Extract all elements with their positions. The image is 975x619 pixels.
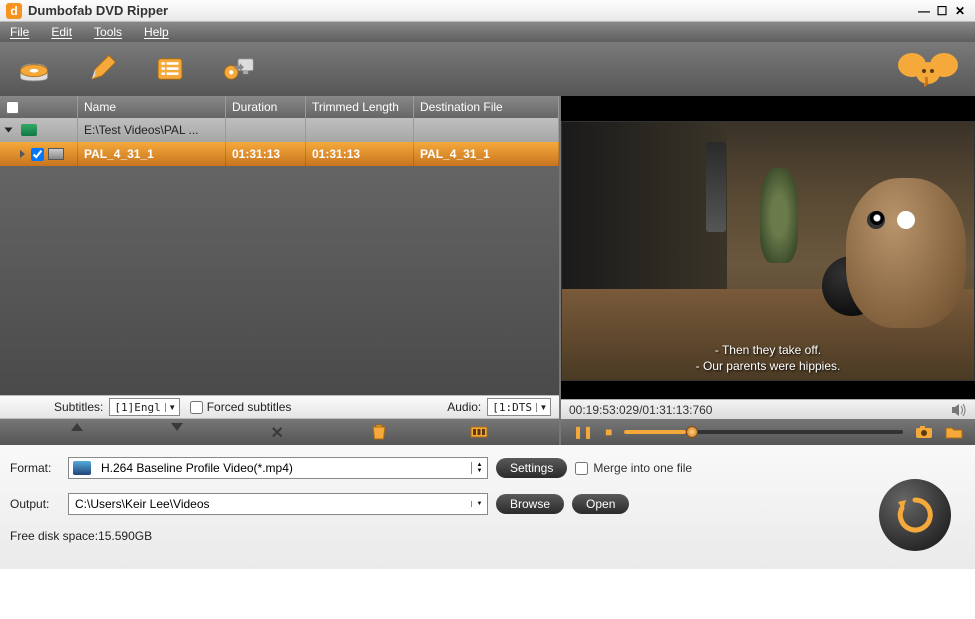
table-header: Name Duration Trimmed Length Destination…	[0, 96, 559, 118]
maximize-button[interactable]: ☐	[933, 4, 951, 18]
menu-edit[interactable]: Edit	[51, 25, 72, 39]
tree-parent-row[interactable]: E:\Test Videos\PAL ...	[0, 118, 559, 142]
expand-arrow-icon[interactable]	[20, 150, 25, 158]
pencil-icon	[85, 52, 119, 86]
parent-name: E:\Test Videos\PAL ...	[78, 118, 226, 142]
item-checkbox[interactable]	[31, 148, 44, 161]
film-icon	[48, 148, 64, 160]
seek-bar[interactable]	[624, 430, 903, 434]
free-disk-space: Free disk space:15.590GB	[10, 529, 965, 543]
tree-child-row[interactable]: PAL_4_31_1 01:31:13 01:31:13 PAL_4_31_1	[0, 142, 559, 166]
col-name[interactable]: Name	[78, 96, 226, 118]
list-action-bar: ✕	[0, 419, 559, 445]
pause-button[interactable]: ❚❚	[573, 425, 593, 439]
col-duration[interactable]: Duration	[226, 96, 306, 118]
open-disc-button[interactable]	[15, 50, 53, 88]
output-value: C:\Users\Keir Lee\Videos	[69, 497, 471, 511]
chevron-down-icon: ▼	[536, 403, 550, 412]
child-dest: PAL_4_31_1	[414, 142, 559, 166]
menu-bar: File Edit Tools Help	[0, 22, 975, 42]
list-icon	[153, 52, 187, 86]
subtitles-label: Subtitles:	[54, 400, 103, 414]
chevron-down-icon: ▼	[165, 403, 179, 412]
convert-button[interactable]	[219, 50, 257, 88]
mp4-icon	[73, 461, 91, 475]
audio-label: Audio:	[447, 400, 481, 414]
browse-button[interactable]: Browse	[496, 494, 564, 514]
move-down-button[interactable]	[171, 423, 189, 441]
playback-time: 00:19:53:029/01:31:13:760	[569, 403, 712, 417]
app-title: Dumbofab DVD Ripper	[28, 3, 915, 18]
remove-button[interactable]: ✕	[270, 423, 288, 441]
stop-button[interactable]: ■	[605, 425, 612, 439]
open-output-button[interactable]: Open	[572, 494, 629, 514]
settings-button[interactable]: Settings	[496, 458, 567, 478]
snapshot-button[interactable]	[915, 425, 933, 439]
open-snapshot-folder-button[interactable]	[945, 425, 963, 439]
merge-clips-button[interactable]	[470, 423, 488, 441]
edit-button[interactable]	[83, 50, 121, 88]
subtitles-select[interactable]: [1]Engl▼	[109, 398, 179, 416]
video-preview[interactable]: - Then they take off. - Our parents were…	[561, 96, 975, 399]
audio-select[interactable]: [1:DTS▼	[487, 398, 551, 416]
output-label: Output:	[10, 497, 60, 511]
bottom-panel: Format: H.264 Baseline Profile Video(*.m…	[0, 445, 975, 569]
subtitle-audio-bar: Subtitles: [1]Engl▼ Forced subtitles Aud…	[0, 395, 559, 419]
col-destination[interactable]: Destination File	[414, 96, 559, 118]
merge-label: Merge into one file	[593, 461, 692, 475]
brand-mascot-icon	[896, 49, 960, 89]
trash-icon	[370, 423, 388, 441]
refresh-arrow-icon	[894, 494, 936, 536]
center-area: Name Duration Trimmed Length Destination…	[0, 96, 975, 445]
player-controls: ❚❚ ■	[561, 419, 975, 445]
minimize-button[interactable]: —	[915, 4, 933, 18]
time-display-bar: 00:19:53:029/01:31:13:760	[561, 399, 975, 419]
source-panel: Name Duration Trimmed Length Destination…	[0, 96, 561, 445]
main-toolbar	[0, 42, 975, 96]
forced-subtitles-label: Forced subtitles	[207, 400, 292, 414]
format-select[interactable]: H.264 Baseline Profile Video(*.mp4) ▲▼	[68, 457, 488, 479]
output-path-select[interactable]: C:\Users\Keir Lee\Videos ▼	[68, 493, 488, 515]
disc-to-screen-icon	[221, 52, 255, 86]
source-tree[interactable]: E:\Test Videos\PAL ... PAL_4_31_1 01:31:…	[0, 118, 559, 395]
clear-button[interactable]	[370, 423, 388, 441]
disc-drive-icon	[17, 52, 51, 86]
format-label: Format:	[10, 461, 60, 475]
col-trimmed[interactable]: Trimmed Length	[306, 96, 414, 118]
menu-tools[interactable]: Tools	[94, 25, 122, 39]
expand-arrow-icon[interactable]	[5, 128, 13, 133]
close-button[interactable]: ✕	[951, 4, 969, 18]
child-name: PAL_4_31_1	[78, 142, 226, 166]
video-subtitle: - Then they take off. - Our parents were…	[562, 342, 974, 374]
dvd-icon	[21, 124, 37, 136]
child-trimmed: 01:31:13	[306, 142, 414, 166]
title-bar: d Dumbofab DVD Ripper — ☐ ✕	[0, 0, 975, 22]
start-rip-button[interactable]	[879, 479, 951, 551]
merge-checkbox[interactable]	[575, 462, 588, 475]
video-frame: - Then they take off. - Our parents were…	[561, 121, 975, 381]
filmstrip-icon	[470, 423, 488, 441]
menu-file[interactable]: File	[10, 25, 29, 39]
menu-help[interactable]: Help	[144, 25, 169, 39]
app-logo-icon: d	[6, 3, 22, 19]
spinner-icon: ▲▼	[471, 462, 487, 474]
select-all-checkbox[interactable]	[6, 101, 19, 114]
list-button[interactable]	[151, 50, 189, 88]
move-up-button[interactable]	[71, 423, 89, 441]
child-duration: 01:31:13	[226, 142, 306, 166]
forced-subtitles-checkbox[interactable]	[190, 401, 203, 414]
chevron-down-icon: ▼	[471, 501, 487, 507]
seek-knob[interactable]	[686, 426, 698, 438]
volume-icon[interactable]	[951, 403, 967, 417]
preview-panel: - Then they take off. - Our parents were…	[561, 96, 975, 445]
format-value: H.264 Baseline Profile Video(*.mp4)	[95, 461, 471, 475]
